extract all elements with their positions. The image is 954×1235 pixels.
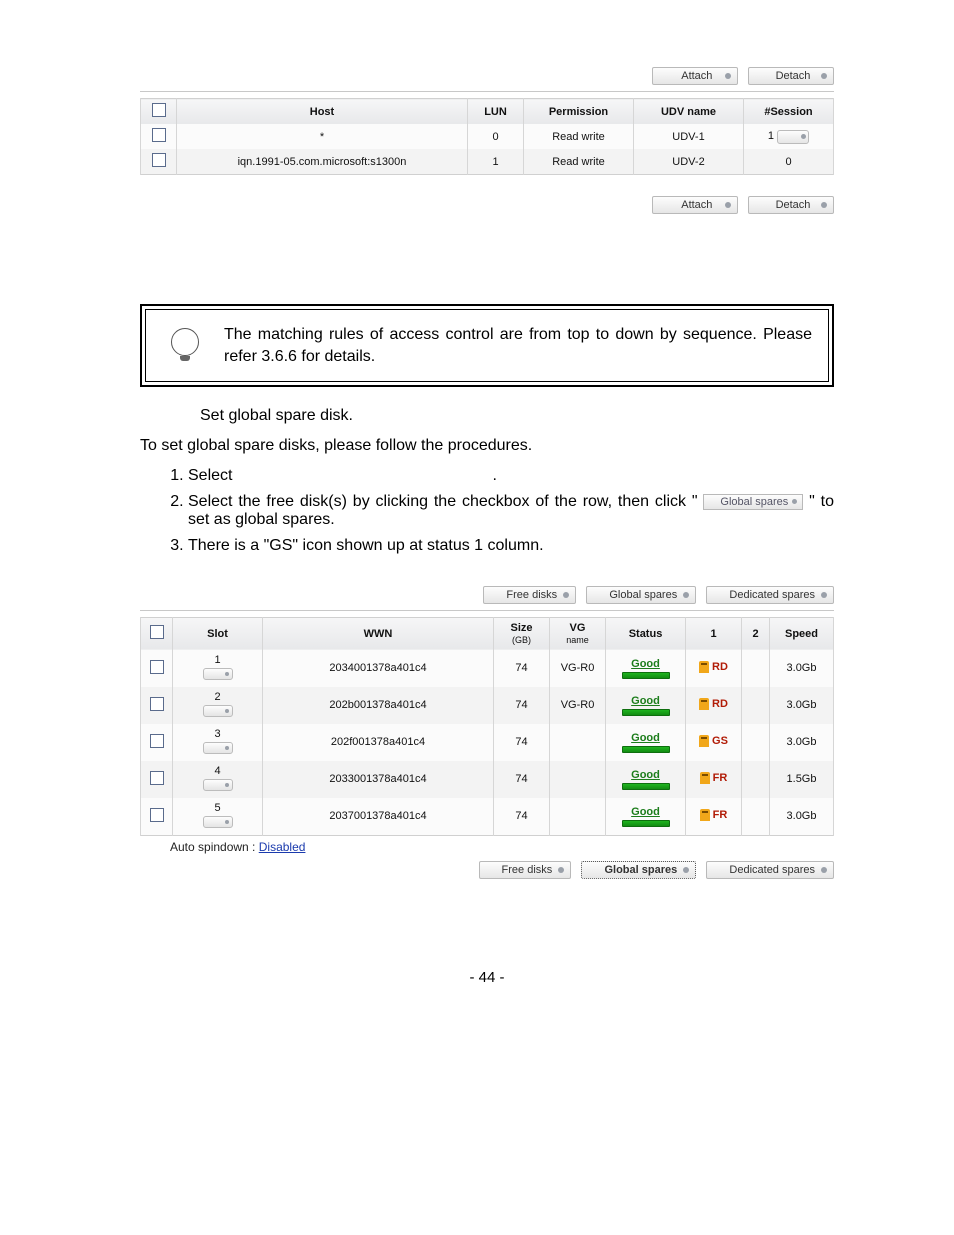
- status-bar-icon: [622, 820, 670, 827]
- status-good: Good: [631, 806, 660, 818]
- drive-icon: [699, 661, 709, 673]
- lightbulb-icon: [150, 314, 220, 360]
- tips-text: The matching rules of access control are…: [220, 314, 824, 377]
- list-item: There is a "GS" icon shown up at status …: [188, 537, 834, 555]
- slot-menu-button[interactable]: [203, 668, 233, 680]
- dropdown-icon: [683, 867, 689, 873]
- top-button-row-2: Attach Detach: [140, 195, 834, 214]
- slot-menu-button[interactable]: [203, 705, 233, 717]
- top-button-row-1: Attach Detach: [140, 66, 834, 85]
- col-status: Status: [606, 617, 686, 650]
- table-row: * 0 Read write UDV-1 1: [141, 124, 834, 149]
- col-lun: LUN: [468, 99, 524, 125]
- table-row: 2202b001378a401c474VG-R0GoodRD3.0Gb: [141, 687, 834, 724]
- divider: [140, 610, 834, 611]
- host-table: Host LUN Permission UDV name #Session * …: [140, 98, 834, 175]
- col-speed: Speed: [770, 617, 834, 650]
- select-all-checkbox[interactable]: [150, 625, 164, 639]
- attach-button[interactable]: Attach: [652, 67, 738, 85]
- status-bar-icon: [622, 672, 670, 679]
- dropdown-icon: [725, 73, 731, 79]
- dropdown-icon: [821, 867, 827, 873]
- status-bar-icon: [622, 746, 670, 753]
- disk-table: Slot WWN Size(GB) VGname Status 1 2 Spee…: [140, 617, 834, 836]
- col-permission: Permission: [524, 99, 634, 125]
- free-disks-button[interactable]: Free disks: [479, 861, 572, 879]
- global-spares-button[interactable]: Global spares: [703, 494, 803, 510]
- attach-button[interactable]: Attach: [652, 196, 738, 214]
- disk-button-row-top: Free disks Global spares Dedicated spare…: [140, 585, 834, 604]
- status-bar-icon: [622, 709, 670, 716]
- status-good: Good: [631, 658, 660, 670]
- drive-icon: [700, 772, 710, 784]
- status-bar-icon: [622, 783, 670, 790]
- status-good: Good: [631, 732, 660, 744]
- auto-spindown: Auto spindown : Disabled: [170, 840, 834, 854]
- dropdown-icon: [558, 867, 564, 873]
- detach-button[interactable]: Detach: [748, 196, 834, 214]
- row-checkbox[interactable]: [150, 660, 164, 674]
- row-checkbox[interactable]: [150, 734, 164, 748]
- col-session: #Session: [744, 99, 834, 125]
- table-row: 42033001378a401c474GoodFR1.5Gb: [141, 761, 834, 798]
- row-checkbox[interactable]: [150, 808, 164, 822]
- divider: [140, 91, 834, 92]
- dropdown-icon: [821, 202, 827, 208]
- dropdown-icon: [563, 592, 569, 598]
- list-item: Select the free disk(s) by clicking the …: [188, 493, 834, 529]
- status-badge: RD: [699, 698, 728, 710]
- dropdown-icon: [683, 592, 689, 598]
- row-checkbox[interactable]: [152, 153, 166, 167]
- row-checkbox[interactable]: [150, 771, 164, 785]
- step-heading: Set global spare disk.: [200, 407, 834, 425]
- drive-icon: [699, 698, 709, 710]
- drive-icon: [700, 809, 710, 821]
- page-number: - 44 -: [140, 969, 834, 986]
- disk-button-row-bottom: Free disks Global spares Dedicated spare…: [140, 860, 834, 879]
- slot-menu-button[interactable]: [203, 816, 233, 828]
- col-size: Size(GB): [494, 617, 550, 650]
- col-2: 2: [742, 617, 770, 650]
- intro-paragraph: To set global spare disks, please follow…: [140, 437, 834, 455]
- tips-box: The matching rules of access control are…: [140, 304, 834, 387]
- slot-menu-button[interactable]: [203, 742, 233, 754]
- select-all-checkbox[interactable]: [152, 103, 166, 117]
- col-host: Host: [177, 99, 468, 125]
- dropdown-icon: [821, 73, 827, 79]
- col-1: 1: [686, 617, 742, 650]
- list-item: Select.: [188, 467, 834, 485]
- drive-icon: [699, 735, 709, 747]
- dedicated-spares-button[interactable]: Dedicated spares: [706, 586, 834, 604]
- status-badge: GS: [699, 735, 728, 747]
- global-spares-button[interactable]: Global spares: [586, 586, 696, 604]
- table-row: 12034001378a401c474VG-R0GoodRD3.0Gb: [141, 650, 834, 687]
- col-vg: VGname: [550, 617, 606, 650]
- global-spares-button[interactable]: Global spares: [581, 861, 696, 879]
- row-checkbox[interactable]: [150, 697, 164, 711]
- status-badge: FR: [700, 809, 728, 821]
- table-row: 52037001378a401c474GoodFR3.0Gb: [141, 798, 834, 836]
- detach-button[interactable]: Detach: [748, 67, 834, 85]
- session-button[interactable]: [777, 130, 809, 144]
- dropdown-icon: [792, 499, 797, 504]
- body-text: Set global spare disk. To set global spa…: [140, 407, 834, 555]
- spindown-link[interactable]: Disabled: [259, 840, 306, 854]
- status-good: Good: [631, 695, 660, 707]
- status-good: Good: [631, 769, 660, 781]
- dropdown-icon: [821, 592, 827, 598]
- procedure-list: Select. Select the free disk(s) by click…: [140, 467, 834, 555]
- col-udv: UDV name: [634, 99, 744, 125]
- dedicated-spares-button[interactable]: Dedicated spares: [706, 861, 834, 879]
- table-row: 3202f001378a401c474GoodGS3.0Gb: [141, 724, 834, 761]
- slot-menu-button[interactable]: [203, 779, 233, 791]
- status-badge: RD: [699, 661, 728, 673]
- col-slot: Slot: [173, 617, 263, 650]
- free-disks-button[interactable]: Free disks: [483, 586, 576, 604]
- col-wwn: WWN: [263, 617, 494, 650]
- dropdown-icon: [725, 202, 731, 208]
- row-checkbox[interactable]: [152, 128, 166, 142]
- status-badge: FR: [700, 772, 728, 784]
- table-row: iqn.1991-05.com.microsoft:s1300n 1 Read …: [141, 149, 834, 175]
